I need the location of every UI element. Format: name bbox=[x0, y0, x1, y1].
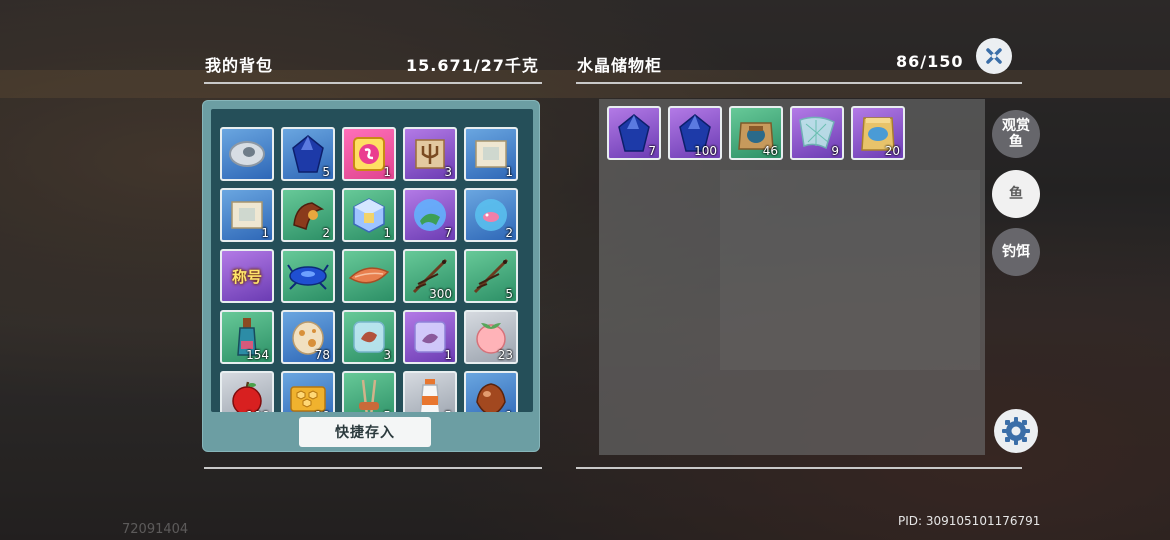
item-slot[interactable]: 3 bbox=[403, 127, 457, 181]
item-slot[interactable] bbox=[281, 249, 335, 303]
backpack-footer-divider bbox=[204, 467, 542, 469]
item-count: 300 bbox=[429, 287, 452, 301]
item-count: 1 bbox=[261, 226, 269, 240]
cabinet-grid: 7 100 46 9 20 bbox=[607, 106, 905, 160]
item-slot[interactable]: 1 bbox=[342, 127, 396, 181]
item-count: 23 bbox=[497, 348, 513, 362]
backpack-panel: 5 1 3 1 1 2 1 7 2 称号 300 5 154 78 3 1 23 106 19 5 5 1 快捷存入 bbox=[202, 100, 540, 452]
item-count: 106 bbox=[246, 409, 269, 412]
item-slot[interactable]: 3 bbox=[342, 310, 396, 364]
backpack-weight: 15.671/27千克 bbox=[406, 56, 539, 75]
uid-watermark: 72091404 bbox=[122, 522, 189, 537]
cabinet-panel[interactable]: 7 100 46 9 20 bbox=[599, 99, 985, 455]
item-count: 1 bbox=[505, 409, 513, 412]
blue-beetle-icon bbox=[283, 251, 333, 301]
close-icon bbox=[986, 48, 1002, 64]
skewer-icon bbox=[344, 373, 394, 412]
milk-bottle-icon bbox=[405, 373, 455, 412]
backpack-title: 我的背包 bbox=[205, 56, 274, 75]
quick-store-button[interactable]: 快捷存入 bbox=[299, 417, 431, 447]
backpack-grid-area[interactable]: 5 1 3 1 1 2 1 7 2 称号 300 5 154 78 3 1 23 106 19 5 5 1 bbox=[211, 109, 533, 412]
item-count: 2 bbox=[322, 226, 330, 240]
item-count: 7 bbox=[648, 144, 656, 158]
item-slot[interactable]: 154 bbox=[220, 310, 274, 364]
item-count: 9 bbox=[831, 144, 839, 158]
cabinet-title: 水晶储物柜 bbox=[577, 56, 663, 75]
item-slot[interactable]: 20 bbox=[851, 106, 905, 160]
cabinet-footer-divider bbox=[576, 467, 1022, 469]
item-count: 7 bbox=[444, 226, 452, 240]
item-count: 2 bbox=[505, 226, 513, 240]
item-slot[interactable] bbox=[342, 249, 396, 303]
item-count: 1 bbox=[444, 348, 452, 362]
item-count: 46 bbox=[762, 144, 778, 158]
item-slot[interactable]: 46 bbox=[729, 106, 783, 160]
item-count: 3 bbox=[383, 348, 391, 362]
gear-icon bbox=[1002, 417, 1030, 445]
title-badge-icon: 称号 bbox=[222, 251, 272, 301]
backpack-header-divider bbox=[204, 82, 542, 84]
tab-ornamental-fish[interactable]: 观赏鱼 bbox=[992, 110, 1040, 158]
apple-icon bbox=[222, 373, 272, 412]
item-slot[interactable]: 9 bbox=[790, 106, 844, 160]
cabinet-capacity: 86/150 bbox=[896, 52, 964, 71]
item-count: 1 bbox=[505, 165, 513, 179]
item-count: 78 bbox=[314, 348, 330, 362]
item-count: 1 bbox=[383, 165, 391, 179]
settings-button[interactable] bbox=[994, 409, 1038, 453]
tab-bait-label: 钓饵 bbox=[1002, 244, 1030, 260]
item-slot[interactable]: 5 bbox=[464, 249, 518, 303]
item-slot[interactable]: 300 bbox=[403, 249, 457, 303]
item-count: 20 bbox=[884, 144, 900, 158]
item-slot[interactable]: 19 bbox=[281, 371, 335, 412]
item-slot[interactable]: 1 bbox=[342, 188, 396, 242]
item-slot[interactable]: 7 bbox=[403, 188, 457, 242]
item-slot[interactable]: 5 bbox=[342, 371, 396, 412]
chestnut-icon bbox=[466, 373, 516, 412]
item-slot[interactable]: 106 bbox=[220, 371, 274, 412]
item-count: 154 bbox=[246, 348, 269, 362]
honeycomb-icon bbox=[283, 373, 333, 412]
shell-disc-icon bbox=[222, 129, 272, 179]
item-slot[interactable]: 1 bbox=[403, 310, 457, 364]
item-slot[interactable]: 78 bbox=[281, 310, 335, 364]
tab-ornamental-fish-label: 观赏鱼 bbox=[1002, 118, 1030, 150]
item-slot[interactable]: 100 bbox=[668, 106, 722, 160]
item-slot[interactable]: 23 bbox=[464, 310, 518, 364]
item-count: 5 bbox=[444, 409, 452, 412]
item-slot[interactable]: 1 bbox=[220, 188, 274, 242]
item-count: 100 bbox=[694, 144, 717, 158]
item-badge-text: 称号 bbox=[231, 267, 262, 286]
item-count: 5 bbox=[505, 287, 513, 301]
orange-leaf-icon bbox=[344, 251, 394, 301]
item-slot[interactable]: 1 bbox=[464, 371, 518, 412]
item-count: 1 bbox=[383, 226, 391, 240]
tab-fish-label: 鱼 bbox=[1009, 186, 1023, 202]
item-slot[interactable]: 1 bbox=[464, 127, 518, 181]
item-count: 19 bbox=[315, 409, 330, 412]
player-id: PID: 309105101176791 bbox=[898, 514, 1041, 528]
tab-fish[interactable]: 鱼 bbox=[992, 170, 1040, 218]
item-count: 5 bbox=[383, 409, 391, 412]
item-slot[interactable]: 2 bbox=[281, 188, 335, 242]
cabinet-header-divider bbox=[576, 82, 1022, 84]
item-slot[interactable]: 7 bbox=[607, 106, 661, 160]
item-slot[interactable]: 2 bbox=[464, 188, 518, 242]
backpack-grid: 5 1 3 1 1 2 1 7 2 称号 300 5 154 78 3 1 23 106 19 5 5 1 bbox=[220, 127, 518, 412]
item-slot[interactable]: 5 bbox=[281, 127, 335, 181]
item-slot[interactable]: 称号 bbox=[220, 249, 274, 303]
item-slot[interactable] bbox=[220, 127, 274, 181]
tab-bait[interactable]: 钓饵 bbox=[992, 228, 1040, 276]
close-button[interactable] bbox=[976, 38, 1012, 74]
item-count: 3 bbox=[444, 165, 452, 179]
item-slot[interactable]: 5 bbox=[403, 371, 457, 412]
item-count: 5 bbox=[322, 165, 330, 179]
